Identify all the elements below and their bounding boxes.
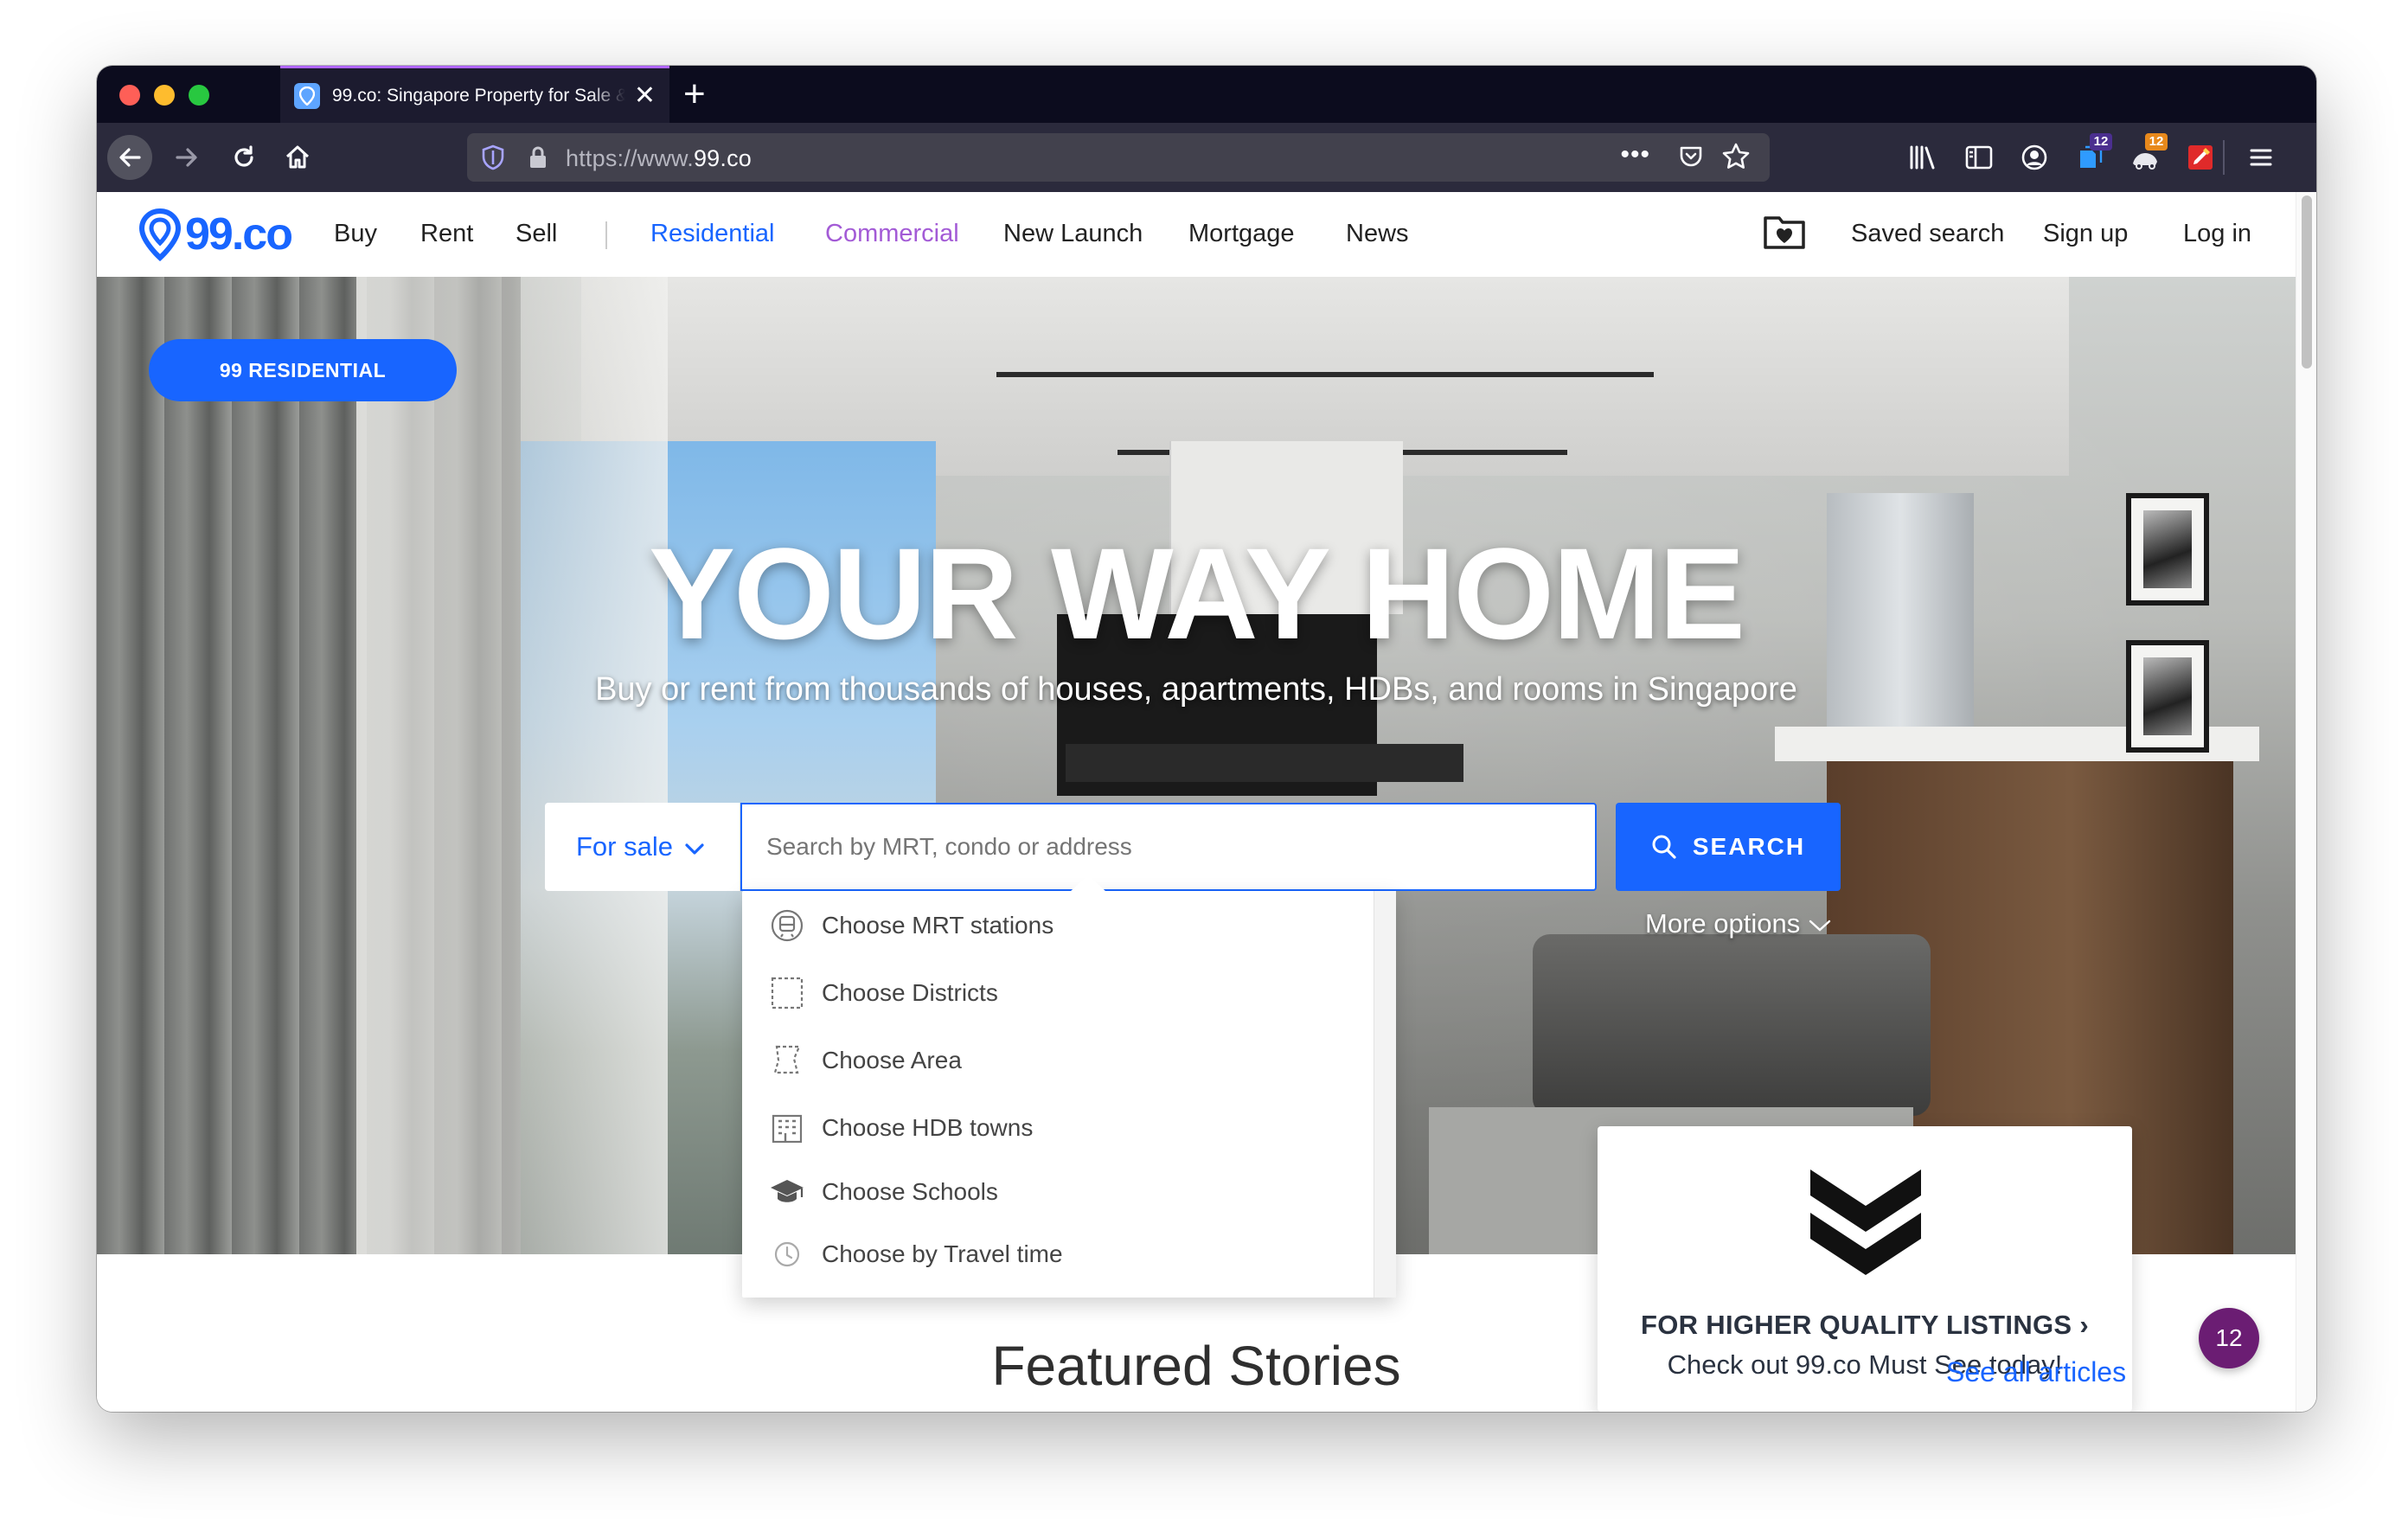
sign-up-link[interactable]: Sign up [2043,220,2128,248]
sidebar-icon[interactable] [1960,138,1998,176]
dropdown-item-label: Choose MRT stations [822,912,1054,939]
hero-background [1533,934,1931,1116]
url-text[interactable]: https://www.99.co [566,145,752,172]
listing-type-select[interactable]: For sale [545,803,740,891]
train-icon [768,907,806,945]
hero-title: YOUR WAY HOME [649,521,1745,666]
toolbar-separator [2223,140,2225,175]
back-arrow-icon [119,148,141,167]
nav-bar: https://www.99.co ••• 12 12 [97,123,2316,192]
reload-icon [234,145,253,167]
graduation-cap-icon [768,1173,806,1211]
dropdown-item-mrt[interactable]: Choose MRT stations [768,907,1054,945]
library-icon[interactable] [1905,138,1943,176]
dropdown-item-districts[interactable]: Choose Districts [768,974,998,1012]
search-button[interactable]: SEARCH [1616,803,1841,891]
home-button[interactable] [275,135,320,180]
see-all-articles-link[interactable]: See all articles [1946,1356,2126,1388]
hero-background [996,372,1654,377]
extension-badge: 12 [2090,133,2112,151]
dropdown-item-hdb-towns[interactable]: Choose HDB towns [768,1109,1033,1147]
extension-badge: 12 [2145,133,2168,151]
new-tab-button[interactable]: + [683,71,706,118]
minimize-window-button[interactable] [154,85,175,106]
chat-widget-button[interactable]: 12 [2199,1308,2259,1368]
clock-icon [768,1235,806,1273]
double-chevron-down-icon [1810,1170,1921,1275]
hamburger-menu-icon[interactable] [2242,138,2280,176]
forward-button[interactable] [164,135,209,180]
nav-rent[interactable]: Rent [420,220,473,248]
pocket-icon[interactable] [1678,144,1704,174]
hero-background [356,277,668,1254]
more-options-label: More options [1645,908,1801,939]
tracking-protection-icon[interactable] [481,144,505,175]
forward-arrow-icon [176,148,197,167]
bookmark-star-icon[interactable] [1721,142,1751,176]
search-input[interactable] [740,803,1597,891]
dropdown-item-label: Choose Districts [822,979,998,1006]
site-logo[interactable]: 99.co [138,208,293,261]
location-dropdown: Choose MRT stations Choose Districts Cho… [742,875,1396,1298]
zoom-window-button[interactable] [189,85,209,106]
log-in-link[interactable]: Log in [2183,220,2251,248]
saved-search-link[interactable]: Saved search [1851,220,2004,248]
page-scrollbar-thumb[interactable] [2302,195,2312,368]
tab-close-icon[interactable]: ✕ [634,82,656,109]
tab-strip: 99.co: Singapore Property for Sale & Ren… [97,66,2316,123]
nav-residential[interactable]: Residential [650,220,774,248]
hero-background [1066,744,1463,782]
tab-title: 99.co: Singapore Property for Sale & Ren… [332,85,625,106]
building-icon [768,1109,806,1147]
nav-sell[interactable]: Sell [516,220,557,248]
dropdown-item-label: Choose by Travel time [822,1240,1063,1267]
close-window-button[interactable] [119,85,140,106]
listing-type-value: For sale [576,831,673,862]
reload-button[interactable] [221,135,266,180]
dropdown-item-label: Choose Area [822,1047,962,1073]
home-icon [285,145,310,169]
chevron-down-icon [1809,908,1831,939]
nav-commercial[interactable]: Commercial [825,220,959,248]
account-icon[interactable] [2015,138,2053,176]
hero-subtitle: Buy or rent from thousands of houses, ap… [595,671,1797,708]
nav-mortgage[interactable]: Mortgage [1188,220,1295,248]
back-button[interactable] [107,135,152,180]
extension-translate-icon[interactable]: 12 [2071,133,2112,176]
logo-pin-icon [138,208,182,261]
extension-car-icon[interactable]: 12 [2126,133,2168,176]
nav-divider [605,221,607,249]
browser-tab[interactable]: 99.co: Singapore Property for Sale & Ren… [280,66,669,123]
more-options-toggle[interactable]: More options [1645,908,1831,939]
nav-new-launch[interactable]: New Launch [1003,220,1143,248]
dropdown-item-schools[interactable]: Choose Schools [768,1173,998,1211]
search-icon [1652,835,1676,859]
site-header: 99.co Buy Rent Sell Residential Commerci… [97,192,2296,277]
area-icon [768,1041,806,1080]
extension-pen-icon[interactable] [2181,138,2219,176]
nav-news[interactable]: News [1346,220,1409,248]
page-scrollbar[interactable] [2296,192,2316,1412]
saved-folder-icon[interactable] [1763,213,1806,258]
dropdown-scrollbar[interactable] [1374,891,1396,1298]
dropdown-item-label: Choose Schools [822,1178,998,1205]
browser-window: 99.co: Singapore Property for Sale & Ren… [97,66,2316,1412]
page-actions-menu-icon[interactable]: ••• [1620,140,1650,170]
search-button-label: SEARCH [1692,833,1806,860]
lock-icon[interactable] [528,144,548,175]
nav-buy[interactable]: Buy [334,220,377,248]
web-page: 99.co Buy Rent Sell Residential Commerci… [97,192,2296,1412]
favicon-icon [294,82,320,109]
dropdown-item-area[interactable]: Choose Area [768,1041,962,1080]
logo-text: 99.co [185,209,293,260]
dropdown-item-label: Choose HDB towns [822,1114,1034,1141]
address-bar[interactable]: https://www.99.co ••• [467,133,1770,182]
chevron-down-icon [685,831,704,862]
residential-badge[interactable]: 99 RESIDENTIAL [149,339,457,401]
dropdown-item-travel-time[interactable]: Choose by Travel time [768,1235,1063,1273]
districts-icon [768,974,806,1012]
